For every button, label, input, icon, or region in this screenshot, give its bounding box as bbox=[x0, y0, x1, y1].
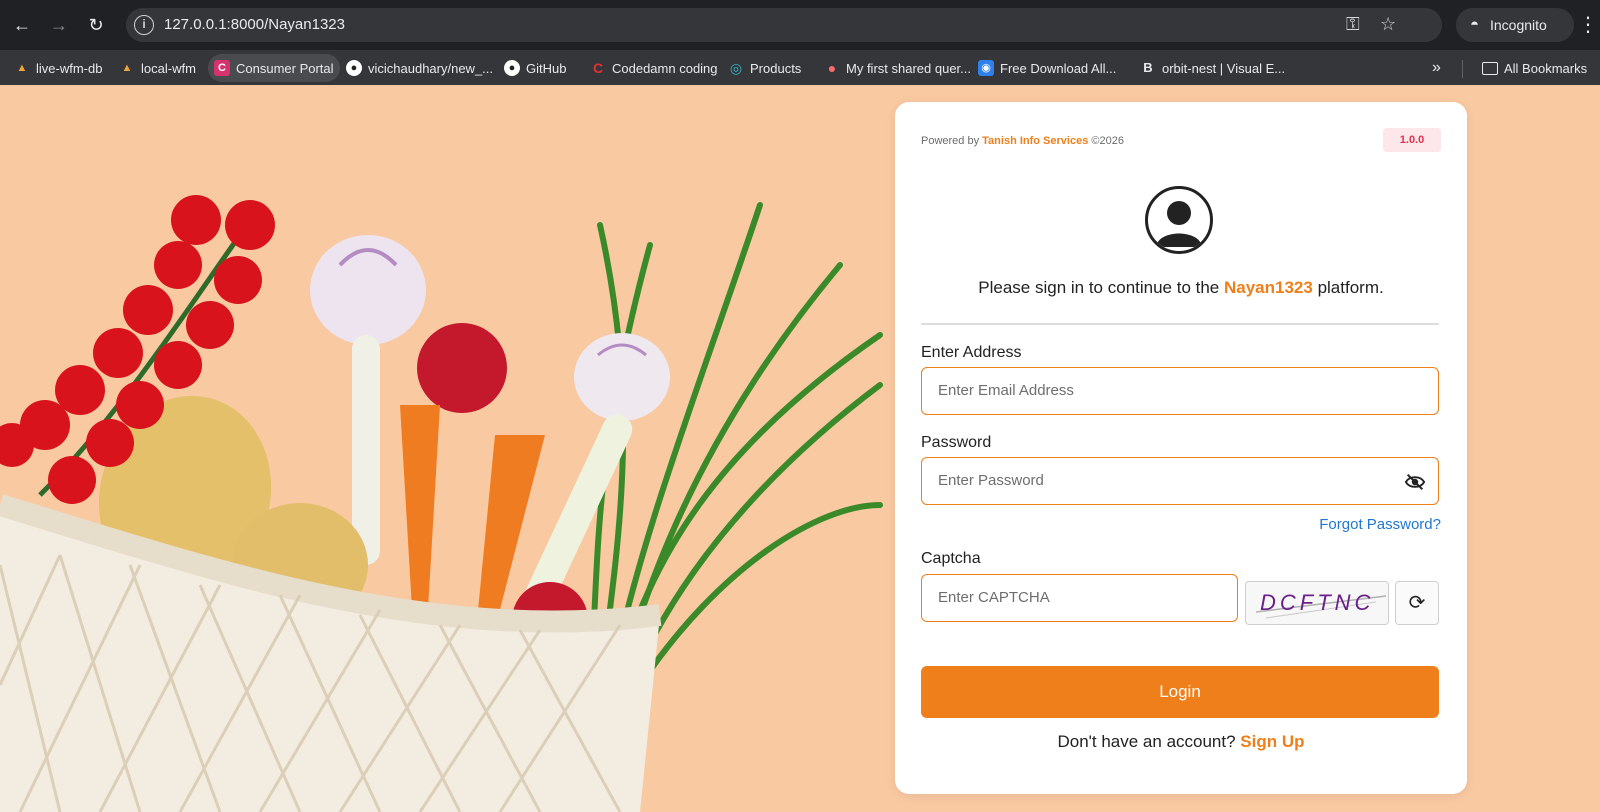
back-icon[interactable]: ← bbox=[10, 13, 34, 37]
captcha-image: DCFTNC bbox=[1245, 581, 1389, 625]
github-icon: ● bbox=[346, 60, 362, 76]
password-key-icon[interactable]: ⚿ bbox=[1346, 14, 1360, 35]
welcome-suffix: platform. bbox=[1317, 278, 1384, 297]
incognito-icon: ◓ bbox=[1470, 16, 1480, 33]
bookmark-label: Codedamn coding bbox=[612, 60, 718, 76]
bookmark-label: local-wfm bbox=[141, 60, 196, 76]
platform-name: Nayan1323 bbox=[1224, 278, 1313, 297]
user-avatar-icon bbox=[1145, 186, 1213, 254]
address-bar[interactable]: i 127.0.0.1:8000/Nayan1323 ⚿ ☆ bbox=[126, 8, 1442, 42]
address-label: Enter Address bbox=[921, 344, 1022, 361]
bookmark-local-wfm[interactable]: ▲ local-wfm bbox=[113, 54, 202, 82]
incognito-label: Incognito bbox=[1490, 17, 1547, 33]
bookmark-label: Free Download All... bbox=[1000, 60, 1117, 76]
all-bookmarks-button[interactable]: All Bookmarks bbox=[1476, 54, 1593, 82]
captcha-input[interactable]: Enter CAPTCHA bbox=[921, 574, 1238, 622]
page-content: Powered by Tanish Info Services ©2026 1.… bbox=[0, 85, 1600, 812]
bookmark-label: GitHub bbox=[526, 60, 567, 76]
version-badge: 1.0.0 bbox=[1383, 128, 1441, 152]
divider bbox=[921, 323, 1439, 325]
login-button[interactable]: Login bbox=[921, 666, 1439, 718]
signup-prompt-row: Don't have an account? Sign Up bbox=[895, 732, 1467, 752]
bookmark-icon: ▲ bbox=[121, 62, 133, 74]
bookmark-icon: ▲ bbox=[16, 62, 28, 74]
bookmark-github[interactable]: ● GitHub bbox=[498, 54, 572, 82]
reload-icon[interactable]: ↻ bbox=[84, 13, 108, 37]
browser-toolbar: ← → ↻ i 127.0.0.1:8000/Nayan1323 ⚿ ☆ ◓ I… bbox=[0, 0, 1600, 50]
bookmark-star-icon[interactable]: ☆ bbox=[1380, 14, 1396, 35]
bookmark-live-wfm-db[interactable]: ▲ live-wfm-db bbox=[8, 54, 108, 82]
forward-icon[interactable]: → bbox=[47, 13, 71, 37]
bookmark-label: vicichaudhary/new_... bbox=[368, 60, 494, 76]
github-icon: ● bbox=[504, 60, 520, 76]
signup-prompt: Don't have an account? bbox=[1057, 732, 1236, 751]
incognito-badge[interactable]: ◓ Incognito bbox=[1456, 8, 1574, 42]
bookmark-free-download[interactable]: ◉ Free Download All... bbox=[972, 54, 1122, 82]
password-field[interactable]: Enter Password bbox=[921, 457, 1439, 505]
bookmark-products[interactable]: ◎ Products bbox=[722, 54, 807, 82]
powered-prefix: Powered by bbox=[921, 135, 980, 147]
refresh-captcha-icon[interactable]: ⟳ bbox=[1395, 581, 1439, 625]
welcome-prefix: Please sign in to continue to the bbox=[978, 278, 1220, 297]
folder-icon bbox=[1482, 61, 1498, 75]
email-placeholder: Enter Email Address bbox=[938, 382, 1074, 399]
powered-brand[interactable]: Tanish Info Services bbox=[982, 135, 1088, 147]
bookmark-divider bbox=[1462, 60, 1463, 78]
captcha-code: DCFTNC bbox=[1260, 590, 1375, 615]
all-bookmarks-label: All Bookmarks bbox=[1504, 60, 1588, 76]
bookmark-label: Consumer Portal bbox=[236, 60, 334, 76]
signup-link[interactable]: Sign Up bbox=[1240, 732, 1304, 751]
password-label: Password bbox=[921, 434, 992, 451]
bookmark-orbit-nest[interactable]: B orbit-nest | Visual E... bbox=[1134, 54, 1291, 82]
bookmark-label: My first shared quer... bbox=[846, 60, 971, 76]
powered-by-text: Powered by Tanish Info Services ©2026 bbox=[921, 135, 1124, 147]
radish-graphic bbox=[417, 323, 507, 413]
menu-kebab-icon[interactable]: ⋮ bbox=[1578, 12, 1598, 37]
powered-suffix: ©2026 bbox=[1091, 135, 1124, 147]
url-text[interactable]: 127.0.0.1:8000/Nayan1323 bbox=[164, 16, 345, 33]
captcha-label: Captcha bbox=[921, 550, 981, 567]
site-info-icon[interactable]: i bbox=[134, 15, 154, 35]
more-bookmarks-icon[interactable]: » bbox=[1426, 54, 1447, 82]
pin-icon: ● bbox=[827, 60, 837, 76]
bookmarks-bar: ▲ live-wfm-db ▲ local-wfm C Consumer Por… bbox=[0, 50, 1600, 85]
bookmark-label: orbit-nest | Visual E... bbox=[1162, 60, 1286, 76]
forgot-password-link[interactable]: Forgot Password? bbox=[1319, 516, 1441, 533]
products-icon: ◎ bbox=[729, 60, 743, 76]
bookmark-icon: C bbox=[214, 60, 230, 76]
orbit-icon: B bbox=[1143, 60, 1153, 75]
bookmark-consumer-portal[interactable]: C Consumer Portal bbox=[208, 54, 340, 82]
bookmark-label: live-wfm-db bbox=[36, 60, 103, 76]
bookmark-label: Products bbox=[750, 60, 802, 76]
bookmark-vicichaudhary[interactable]: ● vicichaudhary/new_... bbox=[340, 54, 499, 82]
bookmark-shared-query[interactable]: ● My first shared quer... bbox=[818, 54, 977, 82]
globe-icon: ◉ bbox=[978, 60, 994, 76]
login-card: Powered by Tanish Info Services ©2026 1.… bbox=[895, 102, 1467, 794]
captcha-placeholder: Enter CAPTCHA bbox=[938, 589, 1050, 606]
vegetable-hero-image bbox=[0, 195, 883, 812]
bookmark-codedamn[interactable]: C Codedamn coding bbox=[584, 54, 724, 82]
email-field[interactable]: Enter Email Address bbox=[921, 367, 1439, 415]
password-placeholder: Enter Password bbox=[938, 472, 1044, 489]
codedamn-icon: C bbox=[592, 60, 604, 76]
hide-password-icon[interactable] bbox=[1404, 471, 1426, 493]
welcome-message: Please sign in to continue to the Nayan1… bbox=[895, 278, 1467, 298]
